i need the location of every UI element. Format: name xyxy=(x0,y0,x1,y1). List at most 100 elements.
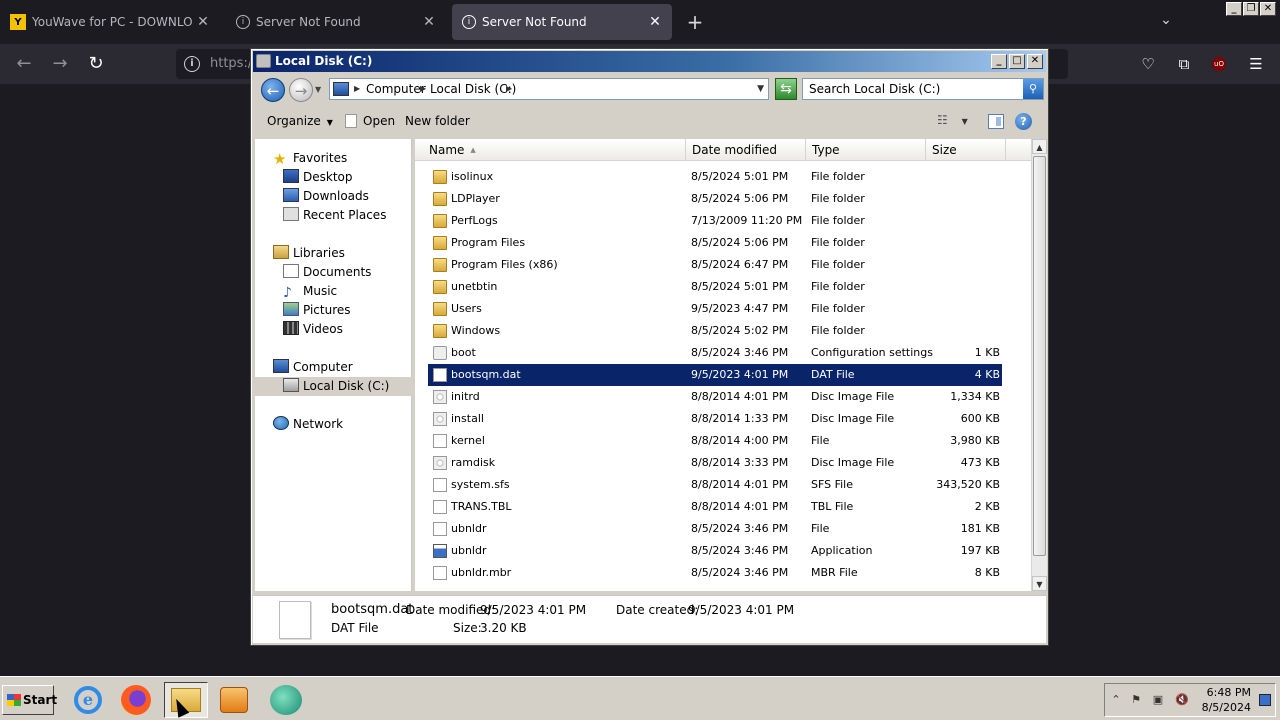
search-icon[interactable]: ⚲ xyxy=(1023,79,1043,99)
maximize-button[interactable]: □ xyxy=(1009,54,1025,69)
file-type: File folder xyxy=(811,324,865,337)
browser-tab-youwave[interactable]: Y YouWave for PC - DOWNLOAD ✕ xyxy=(0,4,220,40)
minimize-button[interactable]: _ xyxy=(991,54,1007,69)
file-row[interactable]: LDPlayer 8/5/2024 5:06 PM File folder xyxy=(428,188,1002,210)
file-row[interactable]: ubnldr 8/5/2024 3:46 PM File 181 KB xyxy=(428,518,1002,540)
file-row[interactable]: TRANS.TBL 8/8/2014 4:01 PM TBL File 2 KB xyxy=(428,496,1002,518)
back-button[interactable]: ← xyxy=(261,78,285,102)
show-hidden-icons-chevron-icon[interactable]: ⌃ xyxy=(1109,693,1123,707)
nav-downloads[interactable]: Downloads xyxy=(283,187,369,206)
column-header-name[interactable]: Name ▲ xyxy=(423,139,686,161)
forward-button[interactable]: → xyxy=(289,78,313,102)
extensions-icon[interactable]: ⧉ xyxy=(1173,53,1195,75)
column-header-type[interactable]: Type xyxy=(806,139,926,161)
clock-time[interactable]: 6:48 PM xyxy=(1207,686,1251,699)
site-info-icon[interactable]: i xyxy=(184,56,200,72)
list-all-tabs-chevron-icon[interactable]: ⌄ xyxy=(1156,12,1176,32)
search-input[interactable]: Search Local Disk (C:) ⚲ xyxy=(802,78,1044,100)
file-row[interactable]: install 8/8/2014 1:33 PM Disc Image File 60… xyxy=(428,408,1002,430)
breadcrumb-separator-icon[interactable]: ▶ xyxy=(354,79,360,99)
breadcrumb-computer[interactable]: Computer xyxy=(366,79,426,99)
nav-libraries[interactable]: Libraries xyxy=(273,244,345,263)
file-row[interactable]: ubnldr.mbr 8/5/2024 3:46 PM MBR File 8 KB xyxy=(428,562,1002,584)
taskbar-chat-app[interactable] xyxy=(264,682,308,718)
file-type: File folder xyxy=(811,170,865,183)
scrollbar-thumb[interactable] xyxy=(1033,156,1046,556)
network-icon[interactable]: ▣ xyxy=(1151,693,1165,707)
action-center-flag-icon[interactable]: ⚑ xyxy=(1129,693,1143,707)
change-view-button[interactable]: ☷ ▼ xyxy=(937,113,973,131)
explorer-title-bar[interactable]: Local Disk (C:) _ □ ✕ xyxy=(253,51,1046,72)
file-row[interactable]: PerfLogs 7/13/2009 11:20 PM File folder xyxy=(428,210,1002,232)
nav-documents[interactable]: Documents xyxy=(283,263,371,282)
breadcrumb-separator-icon[interactable]: ▶ xyxy=(420,79,426,99)
close-tab-icon[interactable]: ✕ xyxy=(644,11,666,33)
scroll-up-arrow-icon[interactable]: ▲ xyxy=(1032,139,1047,154)
vertical-scrollbar[interactable]: ▲ ▼ xyxy=(1031,139,1047,591)
file-row[interactable]: initrd 8/8/2014 4:01 PM Disc Image File 1,3… xyxy=(428,386,1002,408)
file-row[interactable]: ramdisk 8/8/2014 3:33 PM Disc Image File 47… xyxy=(428,452,1002,474)
close-tab-icon[interactable]: ✕ xyxy=(192,11,214,33)
file-size: 473 KB xyxy=(960,456,1000,469)
nav-favorites[interactable]: ★ Favorites xyxy=(273,149,347,168)
open-button[interactable]: Open xyxy=(345,114,395,128)
nav-recent-places[interactable]: Recent Places xyxy=(283,206,386,225)
new-tab-button[interactable]: + xyxy=(684,11,706,33)
nav-videos[interactable]: Videos xyxy=(283,320,343,339)
nav-network[interactable]: Network xyxy=(273,415,343,434)
volume-muted-icon[interactable]: 🔇 xyxy=(1175,693,1189,707)
browser-tab-server-not-found-2[interactable]: i Server Not Found ✕ xyxy=(452,4,672,40)
nav-desktop[interactable]: Desktop xyxy=(283,168,353,187)
nav-computer[interactable]: Computer xyxy=(273,358,353,377)
nav-pictures[interactable]: Pictures xyxy=(283,301,351,320)
refresh-button[interactable]: ⇆ xyxy=(775,78,797,100)
file-row[interactable]: Windows 8/5/2024 5:02 PM File folder xyxy=(428,320,1002,342)
file-row[interactable]: system.sfs 8/8/2014 4:01 PM SFS File 343,52… xyxy=(428,474,1002,496)
column-header-size[interactable]: Size xyxy=(926,139,1006,161)
close-button[interactable]: ✕ xyxy=(1260,2,1276,16)
forward-arrow-icon[interactable]: → xyxy=(48,52,72,76)
taskbar-internet-explorer[interactable]: e xyxy=(66,682,110,718)
restore-button[interactable]: ❐ xyxy=(1243,2,1259,16)
browser-tab-server-not-found-1[interactable]: i Server Not Found ✕ xyxy=(226,4,446,40)
address-box[interactable]: ▶ Computer ▶ Local Disk (C:) ▶ ▼ xyxy=(329,78,769,100)
nav-label: Recent Places xyxy=(303,208,387,222)
scroll-down-arrow-icon[interactable]: ▼ xyxy=(1032,576,1047,591)
organize-button[interactable]: Organize ▼ xyxy=(267,114,333,128)
column-header-date[interactable]: Date modified xyxy=(686,139,806,161)
file-row[interactable]: Program Files 8/5/2024 5:06 PM File folder xyxy=(428,232,1002,254)
file-row[interactable]: unetbtin 8/5/2024 5:01 PM File folder xyxy=(428,276,1002,298)
ublock-origin-icon[interactable]: uO xyxy=(1212,57,1226,71)
start-button[interactable]: Start xyxy=(2,685,57,715)
show-desktop-icon[interactable] xyxy=(1259,694,1271,706)
reload-icon[interactable]: ↻ xyxy=(84,52,108,76)
preview-pane-button[interactable] xyxy=(988,114,1004,129)
file-row[interactable]: boot 8/5/2024 3:46 PM Configuration settin… xyxy=(428,342,1002,364)
file-row[interactable]: bootsqm.dat 9/5/2023 4:01 PM DAT File 4 KB xyxy=(428,364,1002,386)
minimize-button[interactable]: _ xyxy=(1226,2,1242,16)
new-folder-button[interactable]: New folder xyxy=(405,114,470,128)
pocket-icon[interactable]: ♡ xyxy=(1137,53,1159,75)
file-row[interactable]: Program Files (x86) 8/5/2024 6:47 PM File … xyxy=(428,254,1002,276)
nav-local-disk[interactable]: Local Disk (C:) xyxy=(255,377,412,396)
file-row[interactable]: ubnldr 8/5/2024 3:46 PM Application 197 KB xyxy=(428,540,1002,562)
address-dropdown-icon[interactable]: ▼ xyxy=(757,79,764,99)
close-tab-icon[interactable]: ✕ xyxy=(418,11,440,33)
libraries-icon xyxy=(273,245,289,259)
clock-date[interactable]: 8/5/2024 xyxy=(1202,701,1251,714)
nav-music[interactable]: ♪ Music xyxy=(283,282,337,301)
breadcrumb-separator-icon[interactable]: ▶ xyxy=(506,79,512,99)
taskbar-media-player[interactable] xyxy=(212,682,256,718)
close-button[interactable]: ✕ xyxy=(1027,54,1043,69)
drive-icon xyxy=(283,378,299,392)
file-row[interactable]: Users 9/5/2023 4:47 PM File folder xyxy=(428,298,1002,320)
file-row[interactable]: isolinux 8/5/2024 5:01 PM File folder xyxy=(428,166,1002,188)
breadcrumb-local-disk[interactable]: Local Disk (C:) xyxy=(430,79,516,99)
disc-image-icon xyxy=(433,456,447,470)
menu-hamburger-icon[interactable]: ☰ xyxy=(1245,53,1267,75)
back-arrow-icon[interactable]: ← xyxy=(12,52,36,76)
help-button[interactable]: ? xyxy=(1015,113,1032,130)
taskbar-firefox[interactable] xyxy=(114,682,158,718)
file-row[interactable]: kernel 8/8/2014 4:00 PM File 3,980 KB xyxy=(428,430,1002,452)
recent-pages-chevron-icon[interactable]: ▼ xyxy=(315,85,321,94)
